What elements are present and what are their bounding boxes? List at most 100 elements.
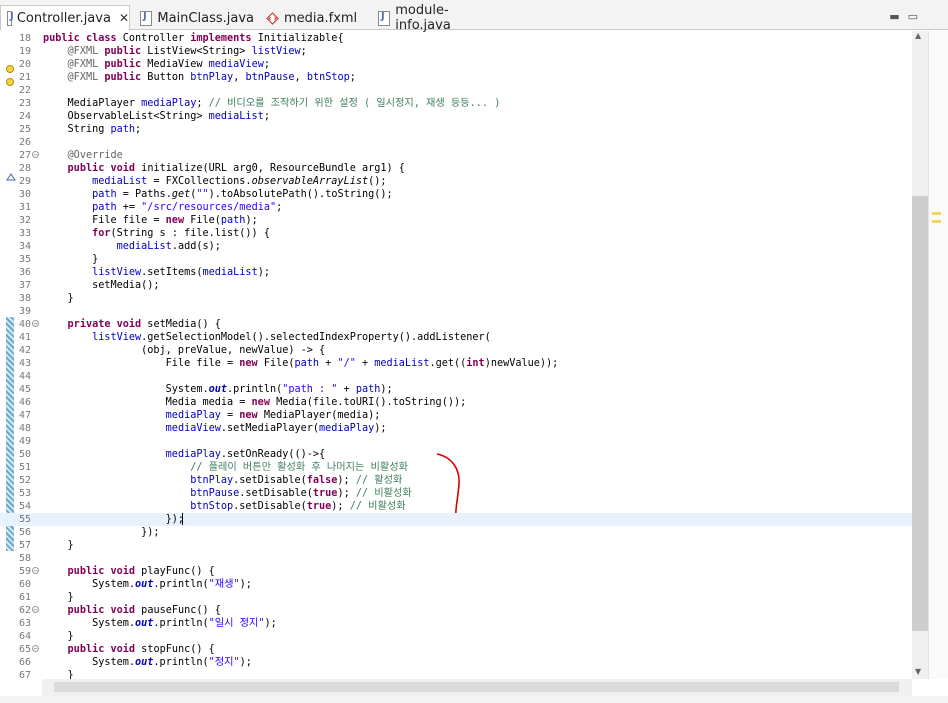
code-line[interactable]: 48 mediaView.setMediaPlayer(mediaPlay); [0, 422, 912, 435]
code-line[interactable]: 64 } [0, 630, 912, 643]
ruler-warning-mark[interactable] [932, 220, 941, 223]
code-editor[interactable]: 18 public class Controller implements Ini… [0, 31, 912, 679]
code-text: for(String s : file.list()) { [92, 228, 270, 239]
code-line[interactable]: 58 [0, 552, 912, 565]
code-text: mediaList.add(s); [116, 241, 221, 252]
line-number: 35 [18, 254, 31, 265]
vertical-scrollbar[interactable]: ▲ ▼ [912, 31, 928, 679]
close-icon[interactable]: ✕ [119, 11, 129, 25]
tab-label: module-info.java [395, 3, 451, 33]
code-line[interactable]: 59− public void playFunc() { [0, 565, 912, 578]
tab-controller-java[interactable]: Controller.java ✕ [0, 5, 130, 31]
scroll-down-icon[interactable]: ▼ [915, 667, 921, 676]
code-line[interactable]: 29 mediaList = FXCollections.observableA… [0, 175, 912, 188]
java-file-icon [7, 10, 13, 26]
code-line[interactable]: 34 mediaList.add(s); [0, 240, 912, 253]
code-line[interactable]: 38 } [0, 292, 912, 305]
code-text: @FXML public ListView<String> listView; [67, 46, 307, 57]
code-line[interactable]: 26 [0, 136, 912, 149]
code-line[interactable]: 66 System.out.println("정지"); [0, 656, 912, 669]
minimize-icon[interactable]: ▬ [889, 10, 907, 23]
line-number: 60 [18, 579, 31, 590]
fxml-file-icon [266, 11, 279, 25]
line-number: 28 [18, 163, 31, 174]
maximize-icon[interactable]: ▭ [908, 10, 926, 23]
fold-toggle-icon[interactable]: − [32, 645, 39, 653]
tab-media-fxml[interactable]: media.fxml [260, 6, 365, 30]
code-line[interactable]: 63 System.out.println("일시 정지"); [0, 617, 912, 630]
code-line[interactable]: 28 public void initialize(URL arg0, Reso… [0, 162, 912, 175]
code-line[interactable]: 36 listView.setItems(mediaList); [0, 266, 912, 279]
code-line[interactable]: 37 setMedia(); [0, 279, 912, 292]
code-line[interactable]: 53 btnPause.setDisable(true); // 비활성화 [0, 487, 912, 500]
code-line[interactable]: 46 Media media = new Media(file.toURI().… [0, 396, 912, 409]
code-line[interactable]: 60 System.out.println("재생"); [0, 578, 912, 591]
fold-toggle-icon[interactable]: − [32, 567, 39, 575]
code-line[interactable]: 19 @FXML public ListView<String> listVie… [0, 45, 912, 58]
line-number: 41 [18, 332, 31, 343]
code-line[interactable]: 57 } [0, 539, 912, 552]
code-line[interactable]: 39 [0, 305, 912, 318]
code-text: File file = new File(path + "/" + mediaL… [43, 358, 559, 369]
line-number: 29 [18, 176, 31, 187]
code-text: @Override [67, 150, 123, 161]
code-line[interactable]: 50 mediaPlay.setOnReady(()->{ [0, 448, 912, 461]
code-text: }); [43, 527, 160, 538]
line-number: 40 [18, 319, 31, 330]
code-line[interactable]: 27− @Override [0, 149, 912, 162]
code-line[interactable]: 32 File file = new File(path); [0, 214, 912, 227]
code-line[interactable]: 45 System.out.println("path : " + path); [0, 383, 912, 396]
code-line[interactable]: 55 }); [0, 513, 912, 526]
tab-module-info-java[interactable]: module-info.java [372, 3, 497, 33]
code-line[interactable]: 54 btnStop.setDisable(true); // 비활성화 [0, 500, 912, 513]
window-controls[interactable]: ▬▭ [889, 10, 926, 23]
code-line[interactable]: 21 @FXML public Button btnPlay, btnPause… [0, 71, 912, 84]
line-number: 52 [18, 475, 31, 486]
code-text: path = Paths.get("").toAbsolutePath().to… [92, 189, 393, 200]
tab-mainclass-java[interactable]: MainClass.java [134, 6, 254, 30]
code-line[interactable]: 41 listView.getSelectionModel().selected… [0, 331, 912, 344]
code-line[interactable]: 51 // 플레이 버튼만 활성화 후 나머지는 비활성화 [0, 461, 912, 474]
code-line[interactable]: 62− public void pauseFunc() { [0, 604, 912, 617]
line-number: 66 [18, 657, 31, 668]
code-text: listView.getSelectionModel().selectedInd… [92, 332, 491, 343]
code-text: } [43, 254, 99, 265]
code-line[interactable]: 23 MediaPlayer mediaPlay; // 비디오를 조작하기 위… [0, 97, 912, 110]
scroll-up-icon[interactable]: ▲ [915, 31, 921, 40]
code-line[interactable]: 30 path = Paths.get("").toAbsolutePath()… [0, 188, 912, 201]
fold-toggle-icon[interactable]: − [32, 320, 39, 328]
code-line[interactable]: 44 [0, 370, 912, 383]
code-line[interactable]: 40− private void setMedia() { [0, 318, 912, 331]
line-number: 32 [18, 215, 31, 226]
ruler-warning-mark[interactable] [932, 212, 941, 215]
code-line[interactable]: 67 } [0, 669, 912, 679]
code-line[interactable]: 49 [0, 435, 912, 448]
fold-toggle-icon[interactable]: − [32, 151, 39, 159]
fold-toggle-icon[interactable]: − [32, 606, 39, 614]
code-text: public class Controller implements Initi… [43, 33, 344, 44]
code-line[interactable]: 42 (obj, preValue, newValue) -> { [0, 344, 912, 357]
overview-ruler[interactable] [928, 31, 948, 679]
code-line[interactable]: 61 } [0, 591, 912, 604]
code-line[interactable]: 31 path += "/src/resources/media"; [0, 201, 912, 214]
code-line[interactable]: 25 String path; [0, 123, 912, 136]
code-text: path += "/src/resources/media"; [92, 202, 283, 213]
code-line[interactable]: 65− public void stopFunc() { [0, 643, 912, 656]
code-text: } [43, 540, 74, 551]
code-text: setMedia(); [43, 280, 160, 291]
code-line[interactable]: 43 File file = new File(path + "/" + med… [0, 357, 912, 370]
horizontal-scrollbar[interactable] [42, 679, 912, 696]
code-line[interactable]: 47 mediaPlay = new MediaPlayer(media); [0, 409, 912, 422]
code-line[interactable]: 35 } [0, 253, 912, 266]
vertical-scroll-thumb[interactable] [912, 196, 928, 631]
code-line[interactable]: 22 [0, 84, 912, 97]
code-line[interactable]: 20 @FXML public MediaView mediaView; [0, 58, 912, 71]
code-line[interactable]: 24 ObservableList<String> mediaList; [0, 110, 912, 123]
code-line[interactable]: 18 public class Controller implements Ini… [0, 32, 912, 45]
line-number: 48 [18, 423, 31, 434]
horizontal-scroll-thumb[interactable] [54, 682, 899, 692]
code-line[interactable]: 56 }); [0, 526, 912, 539]
code-line[interactable]: 33 for(String s : file.list()) { [0, 227, 912, 240]
code-text: public void stopFunc() { [67, 644, 215, 655]
code-line[interactable]: 52 btnPlay.setDisable(false); // 활성화 [0, 474, 912, 487]
